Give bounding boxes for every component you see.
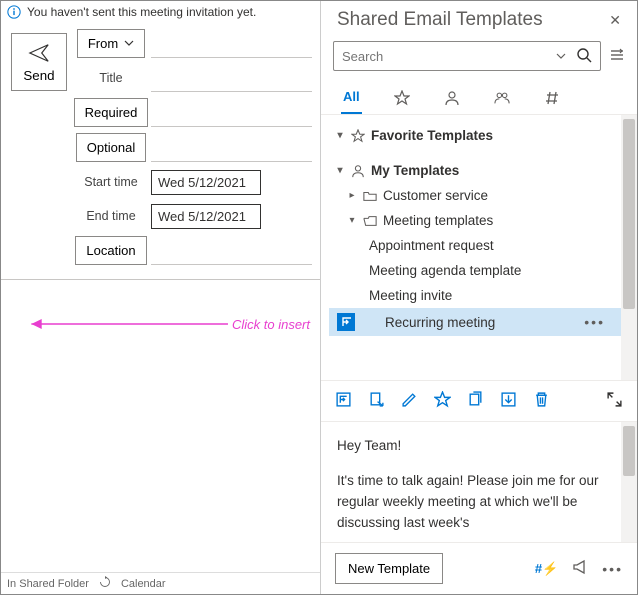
toolbar-paste-icon[interactable]: [368, 391, 385, 411]
tree-scrollbar[interactable]: [621, 115, 637, 380]
search-input[interactable]: [342, 49, 556, 64]
folder-icon: [363, 189, 377, 203]
person-icon: [351, 164, 365, 178]
more-icon[interactable]: •••: [584, 314, 615, 330]
insert-icon[interactable]: [337, 313, 355, 331]
preview-scrollbar[interactable]: [621, 422, 637, 542]
new-template-button[interactable]: New Template: [335, 553, 443, 584]
close-icon[interactable]: ✕: [605, 10, 625, 31]
toolbar-delete-icon[interactable]: [533, 391, 550, 411]
toolbar-edit-icon[interactable]: [401, 391, 418, 411]
tab-favorites[interactable]: [392, 83, 412, 114]
tree-item-appointment[interactable]: Appointment request: [329, 233, 621, 258]
search-dropdown-icon[interactable]: [556, 49, 566, 64]
start-time-label: Start time: [84, 169, 138, 195]
hash-bolt-icon[interactable]: #⚡: [535, 561, 558, 577]
tree-item-agenda[interactable]: Meeting agenda template: [329, 258, 621, 283]
from-button[interactable]: From: [77, 29, 145, 58]
tree-item-invite[interactable]: Meeting invite: [329, 283, 621, 308]
location-button[interactable]: Location: [75, 236, 146, 265]
toolbar-import-icon[interactable]: [500, 391, 517, 411]
toolbar-star-icon[interactable]: [434, 391, 451, 411]
title-field[interactable]: [151, 64, 312, 92]
send-icon: [28, 42, 50, 64]
star-icon: [351, 129, 365, 143]
hash-icon: [544, 90, 560, 106]
toolbar-insert-icon[interactable]: [335, 391, 352, 411]
chevron-down-icon: ▾: [347, 215, 357, 226]
folder-open-icon: [363, 214, 377, 228]
more-icon[interactable]: •••: [602, 561, 623, 577]
location-field[interactable]: [151, 237, 312, 265]
person-icon: [444, 90, 460, 106]
toolbar-copy-icon[interactable]: [467, 391, 484, 411]
required-field[interactable]: [151, 99, 312, 127]
tree-my-templates[interactable]: ▾ My Templates: [329, 158, 621, 183]
status-folder: In Shared Folder: [7, 578, 89, 590]
info-icon: [7, 5, 21, 19]
end-time-label: End time: [86, 203, 135, 229]
insert-annotation: Click to insert: [21, 316, 310, 332]
message-body[interactable]: Click to insert: [1, 279, 320, 572]
required-button[interactable]: Required: [74, 98, 149, 127]
start-date-field[interactable]: Wed 5/12/2021: [151, 170, 261, 195]
info-message: You haven't sent this meeting invitation…: [27, 5, 256, 19]
end-date-field[interactable]: Wed 5/12/2021: [151, 204, 261, 229]
tree-item-recurring[interactable]: Recurring meeting •••: [329, 308, 621, 336]
search-icon[interactable]: [576, 47, 592, 66]
chevron-down-icon: ▾: [335, 130, 345, 141]
pane-title: Shared Email Templates: [337, 9, 605, 31]
tab-person[interactable]: [442, 83, 462, 114]
from-field[interactable]: [151, 30, 312, 58]
status-calendar: Calendar: [121, 578, 166, 590]
chevron-right-icon: ▸: [347, 190, 357, 201]
send-label: Send: [23, 68, 54, 83]
star-icon: [394, 90, 410, 106]
tree-favorites[interactable]: ▾ Favorite Templates: [329, 123, 621, 148]
tab-hash[interactable]: [542, 83, 562, 114]
tree-meeting-templates[interactable]: ▾ Meeting templates: [329, 208, 621, 233]
expand-icon[interactable]: [606, 396, 623, 411]
chevron-down-icon: ▾: [335, 165, 345, 176]
optional-field[interactable]: [151, 134, 312, 162]
filter-icon[interactable]: [609, 47, 625, 66]
megaphone-icon[interactable]: [572, 559, 588, 578]
title-label: Title: [99, 65, 122, 91]
people-icon: [494, 90, 510, 106]
template-preview: Hey Team! It's time to talk again! Pleas…: [321, 422, 621, 542]
tree-customer-service[interactable]: ▸ Customer service: [329, 183, 621, 208]
send-button[interactable]: Send: [11, 33, 67, 91]
tab-all[interactable]: All: [341, 83, 362, 114]
chevron-down-icon: [124, 36, 134, 51]
optional-button[interactable]: Optional: [76, 133, 146, 162]
tab-people[interactable]: [492, 83, 512, 114]
refresh-icon[interactable]: [99, 576, 111, 591]
